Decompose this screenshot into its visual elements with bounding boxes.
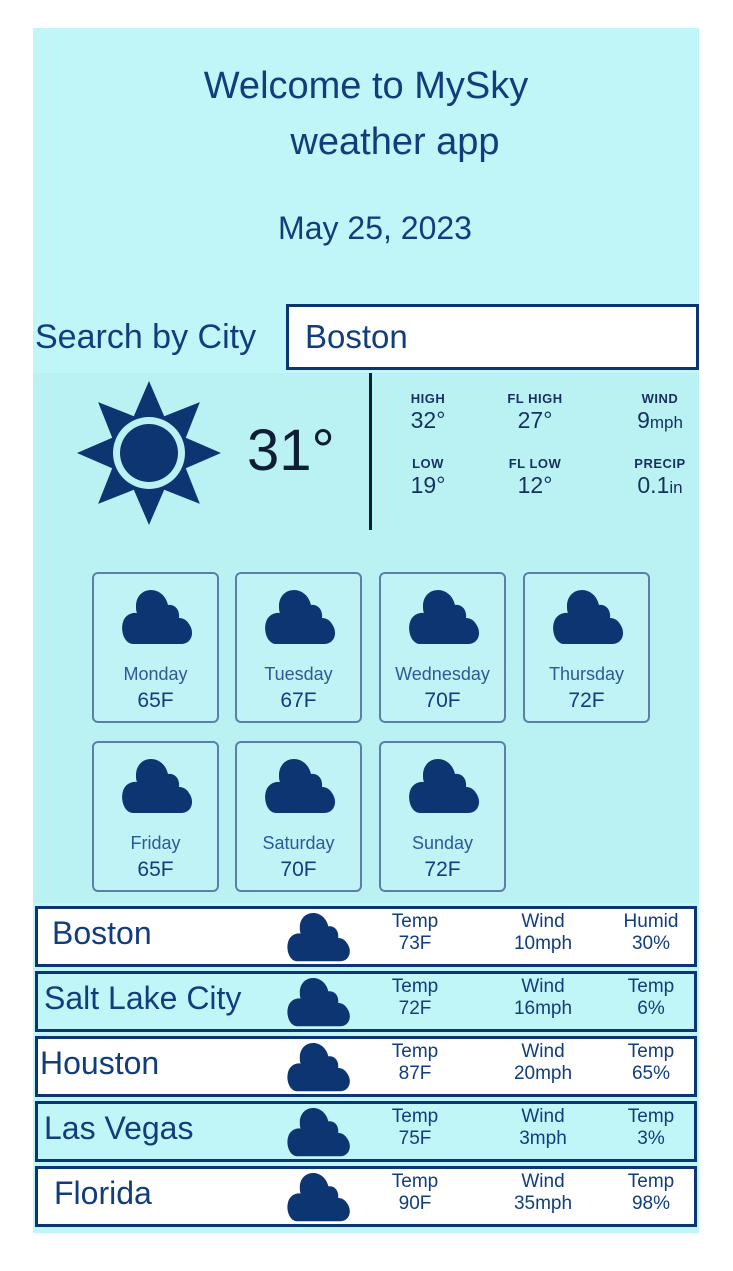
temp-cell: Temp 65% (627, 1041, 675, 1084)
day-name: Saturday (262, 833, 335, 853)
day-temperature: 70F (280, 858, 317, 881)
humidity-cell: Humid 30% (623, 911, 679, 954)
stat-label: HIGH (410, 391, 446, 406)
city-row-houston[interactable]: Houston Temp 87F Wind 20mph Temp 65% (35, 1036, 697, 1097)
stat-value: 19° (410, 472, 446, 498)
day-name: Thursday (548, 664, 625, 684)
day-temperature: 72F (424, 858, 461, 881)
temp-cell: Temp 73F (391, 911, 439, 954)
city-name: Florida (54, 1175, 152, 1211)
temp-cell: Temp 6% (627, 976, 675, 1019)
stat-value: 12° (517, 472, 553, 498)
stat-high: HIGH 32° (378, 391, 478, 434)
day-name: Friday (130, 833, 181, 853)
cloud-icon (122, 759, 193, 813)
forecast-day-card[interactable]: Tuesday 67F (235, 572, 362, 723)
stat-value: 27° (517, 407, 553, 433)
current-weather-panel: 31° HIGH 32° FL HIGH 27° WIND 9mph LOW 1… (33, 373, 699, 903)
cloud-icon (287, 978, 350, 1027)
forecast-day-card[interactable]: Wednesday 70F (379, 572, 506, 723)
city-search-input[interactable] (286, 304, 699, 370)
cloud-icon (287, 1043, 350, 1092)
cloud-icon (287, 913, 350, 962)
divider (369, 373, 372, 530)
city-row-florida[interactable]: Florida Temp 90F Wind 35mph Temp 98% (35, 1166, 697, 1227)
stat-feels-like-high: FL HIGH 27° (485, 391, 585, 434)
stat-value: 9mph (637, 407, 683, 433)
forecast-day-card[interactable]: Monday 65F (92, 572, 219, 723)
stat-label: FL LOW (508, 456, 562, 471)
forecast-day-card[interactable]: Friday 65F (92, 741, 219, 892)
stat-label: LOW (412, 456, 444, 471)
stat-value: 32° (410, 407, 446, 433)
day-temperature: 70F (424, 689, 461, 712)
stat-label: FL HIGH (507, 391, 563, 406)
current-temperature: 31° (247, 418, 335, 483)
city-name: Las Vegas (44, 1110, 194, 1146)
welcome-title: Welcome to MySky weather app (33, 58, 699, 170)
forecast-day-card[interactable]: Thursday 72F (523, 572, 650, 723)
city-row-boston[interactable]: Boston Temp 73F Wind 10mph Humid 30% (35, 906, 697, 967)
day-temperature: 67F (280, 689, 317, 712)
wind-cell: Wind 3mph (519, 1106, 567, 1149)
cloud-icon (287, 1108, 350, 1157)
sun-icon (77, 381, 221, 525)
current-date: May 25, 2023 (278, 210, 472, 246)
cloud-icon (122, 590, 193, 644)
day-temperature: 65F (137, 689, 174, 712)
cloud-icon (265, 590, 336, 644)
forecast-day-card[interactable]: Saturday 70F (235, 741, 362, 892)
temp-cell: Temp 87F (391, 1041, 439, 1084)
day-name: Wednesday (395, 664, 490, 684)
search-label: Search by City (35, 318, 257, 356)
stat-precipitation: PRECIP 0.1in (610, 456, 710, 499)
forecast-day-card[interactable]: Sunday 72F (379, 741, 506, 892)
wind-cell: Wind 10mph (513, 911, 573, 954)
stat-wind: WIND 9mph (610, 391, 710, 434)
wind-cell: Wind 35mph (513, 1171, 573, 1214)
welcome-line-2: weather app (290, 121, 500, 163)
city-row-las-vegas[interactable]: Las Vegas Temp 75F Wind 3mph Temp 3% (35, 1101, 697, 1162)
cloud-icon (553, 590, 624, 644)
temp-cell: Temp 72F (391, 976, 439, 1019)
day-name: Sunday (411, 833, 474, 853)
wind-cell: Wind 16mph (513, 976, 573, 1019)
cloud-icon (265, 759, 336, 813)
temp-cell: Temp 90F (391, 1171, 439, 1214)
day-name: Monday (123, 664, 188, 684)
stat-low: LOW 19° (378, 456, 478, 499)
stat-value: 0.1in (637, 472, 683, 498)
day-temperature: 72F (568, 689, 605, 712)
cloud-icon (287, 1173, 350, 1222)
welcome-line-1: Welcome to MySky (203, 65, 529, 107)
cloud-icon (409, 590, 480, 644)
day-name: Tuesday (264, 664, 333, 684)
city-name: Salt Lake City (44, 980, 242, 1016)
city-name: Houston (40, 1045, 160, 1081)
stat-label: WIND (641, 391, 679, 406)
temp-cell: Temp 75F (391, 1106, 439, 1149)
city-name: Boston (52, 915, 152, 951)
temp-cell: Temp 98% (627, 1171, 675, 1214)
temp-cell: Temp 3% (627, 1106, 675, 1149)
city-row-salt-lake-city[interactable]: Salt Lake City Temp 72F Wind 16mph Temp 6% (35, 971, 697, 1032)
cloud-icon (409, 759, 480, 813)
day-temperature: 65F (137, 858, 174, 881)
wind-cell: Wind 20mph (513, 1041, 573, 1084)
weather-app: Welcome to MySky weather app May 25, 202… (33, 28, 699, 1233)
stat-label: PRECIP (634, 456, 686, 471)
stat-feels-like-low: FL LOW 12° (485, 456, 585, 499)
